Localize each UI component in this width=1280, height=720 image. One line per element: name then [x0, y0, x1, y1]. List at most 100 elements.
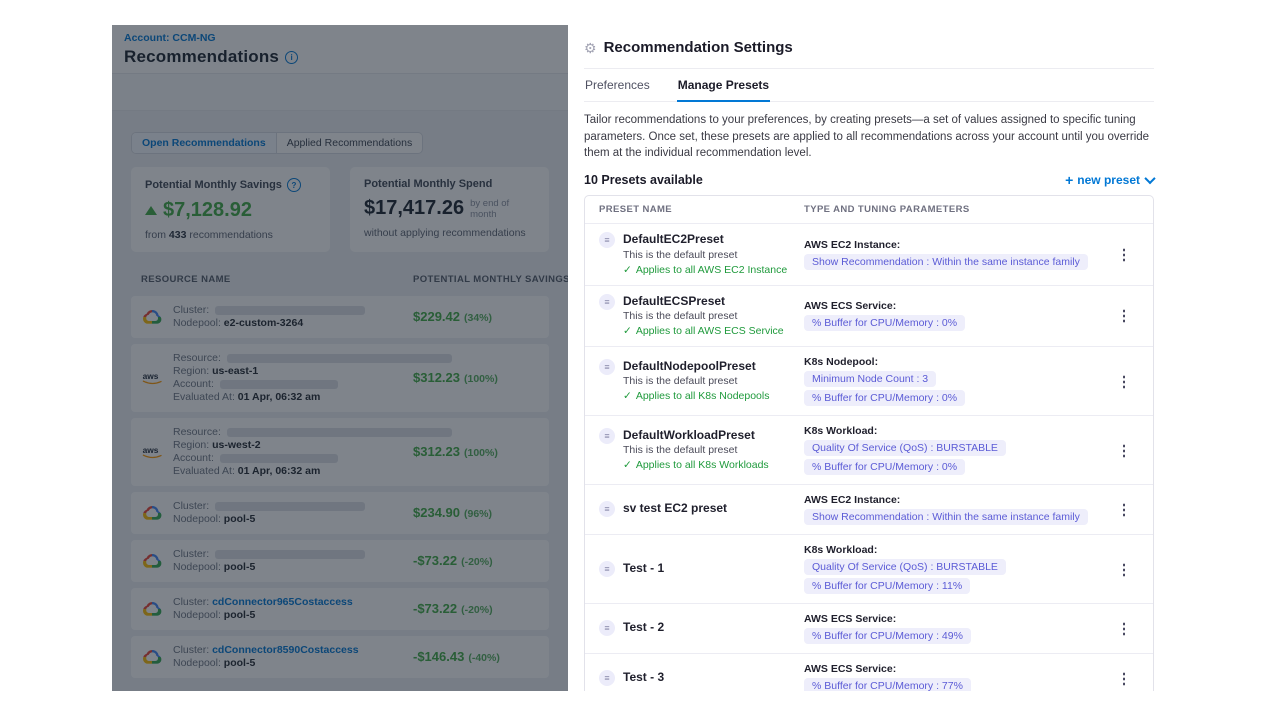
preset-icon: ≡	[599, 670, 615, 686]
preset-name-cell: ≡ sv test EC2 preset	[599, 498, 804, 521]
preset-row: ≡ Test - 1 K8s Workload: Quality Of Service…	[585, 534, 1153, 603]
new-preset-button[interactable]: + new preset	[1065, 173, 1154, 187]
settings-tabs: Preferences Manage Presets	[584, 69, 1154, 102]
presets-table-header: PRESET NAME TYPE AND TUNING PARAMETERS	[585, 196, 1153, 223]
preset-name: Test - 1	[623, 562, 664, 575]
preset-name: Test - 3	[623, 671, 664, 684]
check-icon: ✓	[623, 325, 632, 337]
preset-icon: ≡	[599, 561, 615, 577]
tab-manage-presets[interactable]: Manage Presets	[677, 69, 770, 102]
preset-name: Test - 2	[623, 621, 664, 634]
presets-table: PRESET NAME TYPE AND TUNING PARAMETERS ≡…	[584, 195, 1154, 691]
tuning-parameter-chip: Quality Of Service (QoS) : BURSTABLE	[804, 440, 1006, 456]
preset-applies: ✓Applies to all K8s Workloads	[623, 459, 769, 471]
preset-name-cell: ≡ DefaultEC2Preset This is the default pre…	[599, 229, 804, 280]
preset-row: ≡ sv test EC2 preset AWS EC2 Instance: Show…	[585, 484, 1153, 534]
tuning-parameter-chip: % Buffer for CPU/Memory : 77%	[804, 678, 971, 691]
preset-params-cell: K8s Workload: Quality Of Service (QoS) : …	[804, 540, 1109, 598]
drawer-title: Recommendation Settings	[604, 39, 793, 56]
modal-backdrop[interactable]	[112, 25, 568, 691]
tuning-parameter-chip: Minimum Node Count : 3	[804, 371, 936, 387]
preset-params-cell: AWS EC2 Instance: Show Recommendation : W…	[804, 235, 1109, 274]
row-actions-kebab-icon[interactable]: ⋮	[1118, 562, 1131, 577]
tab-preferences[interactable]: Preferences	[584, 69, 651, 102]
row-actions-kebab-icon[interactable]: ⋮	[1118, 671, 1131, 686]
tuning-parameter-chip: % Buffer for CPU/Memory : 49%	[804, 628, 971, 644]
preset-name: DefaultEC2Preset	[623, 233, 787, 246]
plus-icon: +	[1065, 173, 1073, 187]
preset-applies: ✓Applies to all AWS ECS Service	[623, 325, 784, 337]
preset-name-cell: ≡ Test - 2	[599, 617, 804, 640]
preset-type-label: K8s Workload:	[804, 425, 1109, 437]
preset-row: ≡ Test - 3 AWS ECS Service: % Buffer for CP…	[585, 653, 1153, 691]
column-actions	[1109, 204, 1139, 215]
recommendations-page: Account: CCM-NG Recommendations i Open R…	[112, 25, 568, 691]
check-icon: ✓	[623, 390, 632, 402]
preset-name-cell: ≡ Test - 3	[599, 667, 804, 690]
preset-type-label: AWS ECS Service:	[804, 663, 1109, 675]
tuning-parameter-chip: Quality Of Service (QoS) : BURSTABLE	[804, 559, 1006, 575]
preset-icon: ≡	[599, 501, 615, 517]
preset-icon: ≡	[599, 620, 615, 636]
preset-name: sv test EC2 preset	[623, 502, 727, 515]
preset-row: ≡ DefaultEC2Preset This is the default pre…	[585, 223, 1153, 285]
row-actions-kebab-icon[interactable]: ⋮	[1118, 443, 1131, 458]
recommendation-settings-drawer: ⚙ Recommendation Settings Preferences Man…	[568, 25, 1168, 691]
tuning-parameter-chip: % Buffer for CPU/Memory : 0%	[804, 459, 965, 475]
preset-description: This is the default preset	[623, 444, 769, 456]
preset-name-cell: ≡ DefaultWorkloadPreset This is the defaul…	[599, 425, 804, 476]
presets-count-label: 10 Presets available	[584, 173, 703, 187]
row-actions-kebab-icon[interactable]: ⋮	[1118, 621, 1131, 636]
preset-name: DefaultECSPreset	[623, 295, 784, 308]
preset-params-cell: AWS ECS Service: % Buffer for CPU/Memory …	[804, 609, 1109, 648]
preset-params-cell: AWS ECS Service: % Buffer for CPU/Memory …	[804, 296, 1109, 335]
row-actions-kebab-icon[interactable]: ⋮	[1118, 308, 1131, 323]
preset-type-label: AWS EC2 Instance:	[804, 494, 1109, 506]
tuning-parameter-chip: % Buffer for CPU/Memory : 11%	[804, 578, 970, 594]
preset-description: This is the default preset	[623, 249, 787, 261]
preset-applies: ✓Applies to all AWS EC2 Instance	[623, 264, 787, 276]
preset-name-cell: ≡ Test - 1	[599, 558, 804, 581]
preset-applies: ✓Applies to all K8s Nodepools	[623, 390, 769, 402]
preset-name-cell: ≡ DefaultNodepoolPreset This is the defaul…	[599, 356, 804, 407]
check-icon: ✓	[623, 264, 632, 276]
preset-type-label: K8s Workload:	[804, 544, 1109, 556]
preset-description: This is the default preset	[623, 310, 784, 322]
preset-name: DefaultNodepoolPreset	[623, 360, 769, 373]
preset-row: ≡ DefaultNodepoolPreset This is the defaul…	[585, 346, 1153, 415]
column-preset-name: PRESET NAME	[599, 204, 804, 215]
preset-icon: ≡	[599, 232, 615, 248]
preset-params-cell: K8s Nodepool: Minimum Node Count : 3 % Buf…	[804, 352, 1109, 410]
row-actions-kebab-icon[interactable]: ⋮	[1118, 502, 1131, 517]
preset-icon: ≡	[599, 428, 615, 444]
screenshot-canvas: Account: CCM-NG Recommendations i Open R…	[0, 0, 1280, 720]
row-actions-kebab-icon[interactable]: ⋮	[1118, 247, 1131, 262]
preset-params-cell: AWS EC2 Instance: Show Recommendation : W…	[804, 490, 1109, 529]
preset-icon: ≡	[599, 294, 615, 310]
preset-row: ≡ Test - 2 AWS ECS Service: % Buffer for CP…	[585, 603, 1153, 653]
new-preset-label: new preset	[1077, 173, 1140, 187]
preset-type-label: K8s Nodepool:	[804, 356, 1109, 368]
tuning-parameter-chip: Show Recommendation : Within the same in…	[804, 509, 1088, 525]
gear-icon: ⚙	[584, 41, 597, 55]
tuning-parameter-chip: % Buffer for CPU/Memory : 0%	[804, 315, 965, 331]
preset-row: ≡ DefaultWorkloadPreset This is the defaul…	[585, 415, 1153, 484]
preset-type-label: AWS ECS Service:	[804, 613, 1109, 625]
preset-params-cell: AWS ECS Service: % Buffer for CPU/Memory …	[804, 659, 1109, 691]
tuning-parameter-chip: % Buffer for CPU/Memory : 0%	[804, 390, 965, 406]
presets-table-body: ≡ DefaultEC2Preset This is the default pre…	[585, 223, 1153, 691]
preset-name-cell: ≡ DefaultECSPreset This is the default pre…	[599, 291, 804, 342]
check-icon: ✓	[623, 459, 632, 471]
preset-type-label: AWS ECS Service:	[804, 300, 1109, 312]
preset-description: This is the default preset	[623, 375, 769, 387]
preset-icon: ≡	[599, 359, 615, 375]
preset-name: DefaultWorkloadPreset	[623, 429, 769, 442]
row-actions-kebab-icon[interactable]: ⋮	[1118, 374, 1131, 389]
preset-type-label: AWS EC2 Instance:	[804, 239, 1109, 251]
preset-params-cell: K8s Workload: Quality Of Service (QoS) : …	[804, 421, 1109, 479]
presets-description: Tailor recommendations to your preferenc…	[584, 112, 1154, 162]
chevron-down-icon	[1144, 173, 1155, 184]
preset-row: ≡ DefaultECSPreset This is the default pre…	[585, 285, 1153, 347]
column-type-and-tuning-parameters: TYPE AND TUNING PARAMETERS	[804, 204, 1109, 215]
tuning-parameter-chip: Show Recommendation : Within the same in…	[804, 254, 1088, 270]
